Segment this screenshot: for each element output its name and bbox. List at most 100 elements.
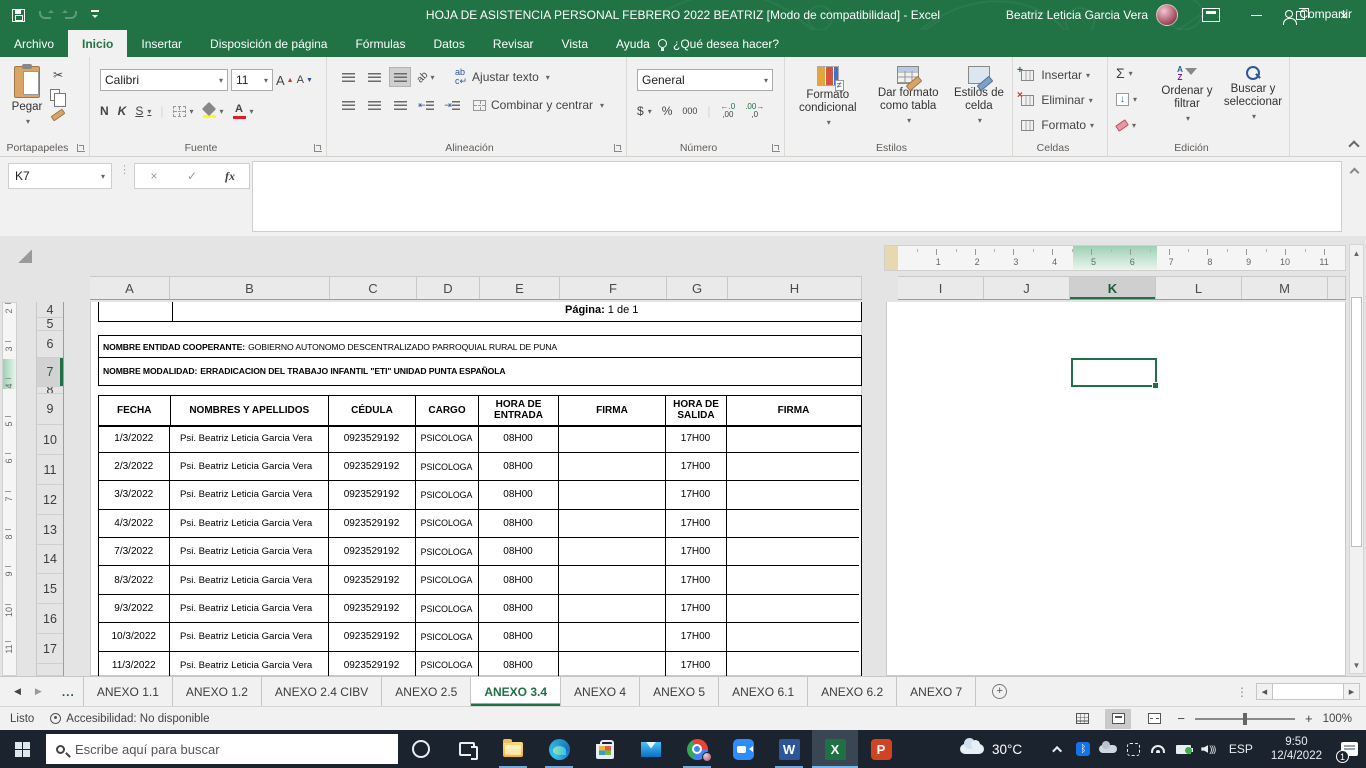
save-icon[interactable] <box>12 8 25 22</box>
cell-hora-entrada[interactable]: 08H00 <box>479 538 559 566</box>
font-color-button[interactable]: A <box>232 101 254 121</box>
cell-nombres[interactable]: Psi. Beatriz Leticia Garcia Vera <box>170 481 329 509</box>
cell-firma-entrada[interactable] <box>559 452 666 481</box>
cell-cedula[interactable]: 0923529192 <box>329 452 416 481</box>
fill-button[interactable]: ↓ <box>1116 89 1137 109</box>
accessibility-status[interactable]: Accesibilidad: No disponible <box>50 713 210 725</box>
column-header[interactable]: C <box>330 276 417 299</box>
align-center-button[interactable] <box>363 95 385 115</box>
align-left-button[interactable] <box>337 95 359 115</box>
horizontal-scroll-thumb[interactable] <box>1272 684 1344 699</box>
cell-hora-entrada[interactable]: 08H00 <box>479 623 559 651</box>
cell-hora-salida[interactable]: 17H00 <box>666 509 727 538</box>
sheet-tab[interactable]: ANEXO 4 <box>561 677 641 706</box>
cell-fecha[interactable]: 4/3/2022 <box>99 509 170 538</box>
cell-cedula[interactable]: 0923529192 <box>329 651 416 676</box>
zoom-out-button[interactable]: − <box>1177 711 1185 726</box>
ribbon-tab[interactable]: Revisar <box>479 30 548 57</box>
align-middle-button[interactable] <box>363 67 385 87</box>
cell-hora-salida[interactable]: 17H00 <box>666 623 727 651</box>
more-sheets-indicator[interactable]: ... <box>54 677 83 706</box>
cell-cargo[interactable]: PSICOLOGA <box>416 509 479 538</box>
alignment-dialog-launcher[interactable] <box>614 144 622 152</box>
close-button[interactable]: × <box>1322 0 1366 30</box>
sheet-tab[interactable]: ANEXO 6.1 <box>719 677 809 706</box>
column-header[interactable]: K <box>1070 276 1156 299</box>
format-as-table-button[interactable]: Dar formato como tabla <box>867 63 950 128</box>
cell-cargo[interactable]: PSICOLOGA <box>416 623 479 651</box>
cell-cedula[interactable]: 0923529192 <box>329 538 416 566</box>
table-header-cell[interactable]: NOMBRES Y APELLIDOS <box>171 396 329 425</box>
find-select-button[interactable]: Buscar y seleccionar <box>1220 63 1286 122</box>
cell-firma-entrada[interactable] <box>559 481 666 509</box>
cell-fecha[interactable]: 3/3/2022 <box>99 481 170 509</box>
word-button[interactable]: W <box>766 730 812 768</box>
cell-hora-entrada[interactable]: 08H00 <box>479 424 559 452</box>
cell-hora-entrada[interactable]: 08H00 <box>479 566 559 594</box>
conditional-formatting-button[interactable]: Formato condicional <box>789 63 867 128</box>
row-header[interactable]: 7 <box>37 358 63 387</box>
new-sheet-button[interactable]: + <box>992 677 1008 706</box>
store-button[interactable] <box>582 730 628 768</box>
number-format-combo[interactable]: General <box>637 69 773 91</box>
cell-nombres[interactable]: Psi. Beatriz Leticia Garcia Vera <box>170 566 329 594</box>
user-name[interactable]: Beatriz Leticia Garcia Vera <box>1006 8 1148 22</box>
row-header[interactable]: 9 <box>37 394 63 425</box>
row-header[interactable]: 8 <box>37 387 63 394</box>
cell-hora-entrada[interactable]: 08H00 <box>479 452 559 481</box>
scroll-up-icon[interactable]: ▲ <box>1350 245 1363 261</box>
page-layout-view-button[interactable] <box>1105 708 1132 729</box>
ribbon-tab[interactable]: Inicio <box>68 30 128 57</box>
ribbon-tab[interactable]: Datos <box>419 30 478 57</box>
cell-cargo[interactable]: PSICOLOGA <box>416 452 479 481</box>
paste-button[interactable]: Pegar <box>4 63 50 126</box>
accounting-format-button[interactable]: $ <box>637 101 652 121</box>
cell-cargo[interactable]: PSICOLOGA <box>416 538 479 566</box>
borders-button[interactable] <box>172 101 194 121</box>
cell-cedula[interactable]: 0923529192 <box>329 424 416 452</box>
sheet-tab[interactable]: ANEXO 1.1 <box>82 677 173 706</box>
minimize-button[interactable] <box>1234 0 1278 30</box>
page-right[interactable] <box>886 302 1346 676</box>
table-header-cell[interactable]: HORA DE ENTRADA <box>479 396 559 425</box>
column-header[interactable]: A <box>90 276 170 299</box>
cell-cargo[interactable]: PSICOLOGA <box>416 594 479 623</box>
taskbar-search[interactable]: Escribe aquí para buscar <box>46 734 398 764</box>
italic-button[interactable]: K <box>118 101 127 121</box>
cell-firma-salida[interactable] <box>727 652 860 676</box>
redo-icon[interactable] <box>65 11 77 19</box>
font-name-combo[interactable]: Calibri <box>100 69 228 91</box>
file-explorer-button[interactable] <box>490 730 536 768</box>
cut-icon[interactable]: ✂ <box>50 67 66 83</box>
page-break-view-button[interactable] <box>1141 709 1167 729</box>
action-center-button[interactable]: 1 <box>1332 730 1366 768</box>
cortana-button[interactable] <box>398 730 444 768</box>
row-header[interactable]: 4 <box>37 302 63 318</box>
zoom-level[interactable]: 100% <box>1323 713 1352 725</box>
row-header[interactable]: 17 <box>37 634 63 664</box>
align-bottom-button[interactable] <box>389 67 411 87</box>
snip-button[interactable] <box>1121 730 1146 768</box>
cell-nombres[interactable]: Psi. Beatriz Leticia Garcia Vera <box>170 594 329 623</box>
column-header[interactable]: F <box>560 276 667 299</box>
prev-sheet-icon[interactable]: ◀ <box>14 686 21 697</box>
sheet-tab[interactable]: ANEXO 7 <box>897 677 977 706</box>
cell-firma-salida[interactable] <box>727 425 860 452</box>
cell-firma-entrada[interactable] <box>559 566 666 594</box>
cell-cargo[interactable]: PSICOLOGA <box>416 566 479 594</box>
clipboard-dialog-launcher[interactable] <box>77 144 85 152</box>
clock[interactable]: 9:50 12/4/2022 <box>1261 735 1332 764</box>
cell-nombres[interactable]: Psi. Beatriz Leticia Garcia Vera <box>170 538 329 566</box>
row-header[interactable]: 13 <box>37 515 63 545</box>
font-dialog-launcher[interactable] <box>314 144 322 152</box>
cell-firma-salida[interactable] <box>727 453 860 480</box>
underline-button[interactable]: S <box>135 101 151 121</box>
bold-button[interactable]: N <box>100 101 109 121</box>
cell-nombres[interactable]: Psi. Beatriz Leticia Garcia Vera <box>170 509 329 538</box>
orientation-button[interactable]: ab <box>415 67 437 87</box>
increase-decimal-button[interactable]: ←.0,00 <box>721 101 736 121</box>
user-avatar[interactable] <box>1156 4 1178 26</box>
cell-hora-salida[interactable]: 17H00 <box>666 651 727 676</box>
entity-row[interactable]: NOMBRE ENTIDAD COOPERANTE: GOBIERNO AUTO… <box>98 335 862 358</box>
ribbon-tab[interactable]: Vista <box>548 30 602 57</box>
